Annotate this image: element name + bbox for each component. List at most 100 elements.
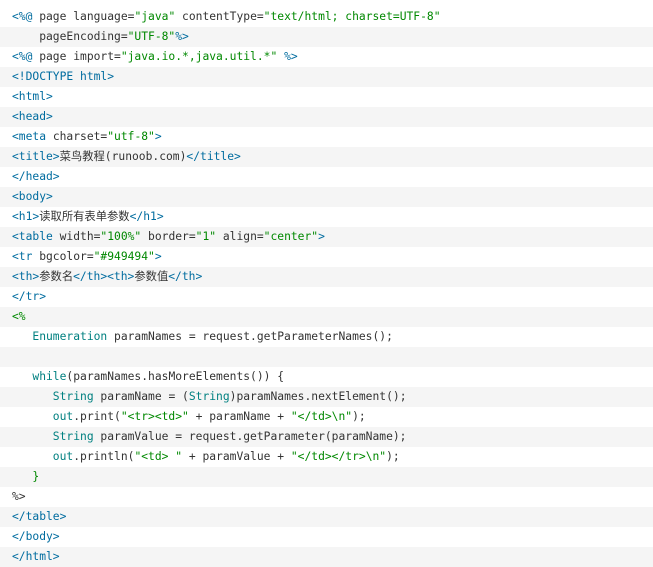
code-token: 参数值	[134, 270, 169, 283]
code-token: "<td> "	[134, 450, 183, 463]
code-line: out.println("<td> " + paramValue + "</td…	[0, 447, 653, 467]
code-token: .println(	[73, 450, 135, 463]
code-token: </tr>	[12, 290, 47, 303]
code-token: %>	[175, 30, 189, 43]
code-token: <th>	[12, 270, 40, 283]
code-token: }	[12, 470, 40, 483]
code-token: width=	[52, 230, 101, 243]
code-token: <html>	[12, 90, 53, 103]
code-line: <%@ page import="java.io.*,java.util.*" …	[0, 47, 653, 67]
code-token: </th><th>	[73, 270, 135, 283]
code-token: String	[12, 390, 94, 403]
code-token: <%	[12, 310, 26, 323]
code-token: <title>	[12, 150, 60, 163]
code-line: while(paramNames.hasMoreElements()) {	[0, 367, 653, 387]
code-line: </body>	[0, 527, 653, 547]
code-line: <body>	[0, 187, 653, 207]
code-token: <h1>	[12, 210, 40, 223]
code-token: bgcolor=	[32, 250, 94, 263]
code-token: <body>	[12, 190, 53, 203]
code-token: page import=	[32, 50, 121, 63]
code-token: page language=	[32, 10, 135, 23]
code-token: "UTF-8"	[127, 30, 176, 43]
code-token: "java.io.*,java.util.*"	[120, 50, 278, 63]
code-token: paramValue = request.getParameter(paramN…	[93, 430, 407, 443]
code-token: "</td></tr>\n"	[290, 450, 387, 463]
code-token: align=	[216, 230, 264, 243]
code-token: paramNames = request.getParameterNames()…	[107, 330, 393, 343]
code-line: <table width="100%" border="1" align="ce…	[0, 227, 653, 247]
code-token: 参数名	[39, 270, 74, 283]
code-token: <%@	[12, 10, 33, 23]
code-token: );	[386, 450, 400, 463]
code-line: String paramName = (String)paramNames.ne…	[0, 387, 653, 407]
code-line: </table>	[0, 507, 653, 527]
code-token: Enumeration	[12, 330, 108, 343]
code-line: %>	[0, 487, 653, 507]
code-token: >	[318, 230, 325, 243]
code-line	[0, 347, 653, 367]
code-token: "#949494"	[93, 250, 155, 263]
code-token: pageEncoding=	[12, 30, 128, 43]
code-token: %>	[284, 50, 298, 63]
code-token: );	[352, 410, 366, 423]
code-line: <!DOCTYPE html>	[0, 67, 653, 87]
code-token: </html>	[12, 550, 60, 563]
code-token: "<tr><td>"	[120, 410, 189, 423]
code-line: <tr bgcolor="#949494">	[0, 247, 653, 267]
code-token: %>	[12, 490, 26, 503]
code-token: "center"	[263, 230, 319, 243]
code-token: </h1>	[129, 210, 164, 223]
code-line: String paramValue = request.getParameter…	[0, 427, 653, 447]
code-token: "1"	[195, 230, 217, 243]
code-line: pageEncoding="UTF-8"%>	[0, 27, 653, 47]
code-line: <head>	[0, 107, 653, 127]
code-token: >	[154, 250, 162, 263]
code-line: </html>	[0, 547, 653, 567]
code-token: </head>	[12, 170, 60, 183]
code-token: </th>	[168, 270, 203, 283]
code-token: <tr	[12, 250, 33, 263]
code-token: "100%"	[100, 230, 142, 243]
code-token: )paramNames.nextElement();	[229, 390, 407, 403]
code-line: </head>	[0, 167, 653, 187]
code-line: <th>参数名</th><th>参数值</th>	[0, 267, 653, 287]
code-token: >	[154, 130, 162, 143]
code-line: </tr>	[0, 287, 653, 307]
code-token: "java"	[134, 10, 176, 23]
code-token: <%@	[12, 50, 33, 63]
code-line: out.print("<tr><td>" + paramName + "</td…	[0, 407, 653, 427]
code-token: contentType=	[175, 10, 264, 23]
code-line: <title>菜鸟教程(runoob.com)</title>	[0, 147, 653, 167]
code-token: String	[188, 390, 230, 403]
code-token: + paramName +	[188, 410, 291, 423]
code-token: (paramNames.hasMoreElements()) {	[66, 370, 285, 383]
code-line: <%@ page language="java" contentType="te…	[0, 7, 653, 27]
code-token: <head>	[12, 110, 53, 123]
code-token: out	[12, 450, 74, 463]
code-token: </body>	[12, 530, 60, 543]
code-line: Enumeration paramNames = request.getPara…	[0, 327, 653, 347]
code-line: }	[0, 467, 653, 487]
code-token: .print(	[73, 410, 121, 423]
code-token: </title>	[186, 150, 241, 163]
code-token: </table>	[12, 510, 67, 523]
code-token: while	[12, 370, 67, 383]
code-token: border=	[141, 230, 196, 243]
code-line: <meta charset="utf-8">	[0, 127, 653, 147]
code-token: + paramValue +	[182, 450, 291, 463]
code-token: charset=	[46, 130, 108, 143]
code-token: "</td>\n"	[290, 410, 353, 423]
code-token: <meta	[12, 130, 47, 143]
code-token: paramName = (	[93, 390, 189, 403]
code-line: <%	[0, 307, 653, 327]
code-token: 菜鸟教程(runoob.com)	[59, 150, 187, 163]
code-line: <h1>读取所有表单参数</h1>	[0, 207, 653, 227]
code-line: <html>	[0, 87, 653, 107]
code-token: <!DOCTYPE html>	[12, 70, 115, 83]
code-token: out	[12, 410, 74, 423]
code-token: 读取所有表单参数	[39, 210, 130, 223]
code-token: "text/html; charset=UTF-8"	[263, 10, 441, 23]
code-token: <table	[12, 230, 53, 243]
code-block: <%@ page language="java" contentType="te…	[0, 0, 653, 567]
